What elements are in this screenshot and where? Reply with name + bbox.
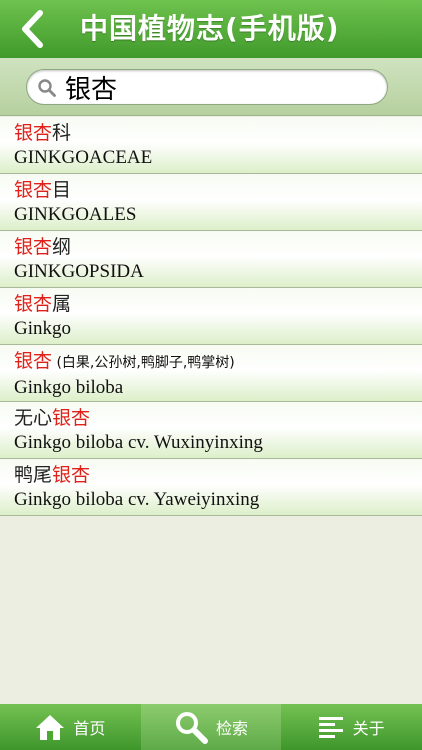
item-latin-name: Ginkgo biloba bbox=[14, 377, 124, 398]
app-header: 中国植物志(手机版) bbox=[0, 0, 422, 58]
item-latin-name: Ginkgo biloba cv. Yaweiyinxing bbox=[14, 489, 260, 510]
name-highlight: 银杏 bbox=[14, 179, 53, 201]
search-input[interactable] bbox=[65, 70, 375, 104]
name-aliases: (白果,公孙树,鸭脚子,鸭掌树) bbox=[52, 355, 235, 371]
name-rest: 科 bbox=[52, 122, 72, 144]
name-highlight: 银杏 bbox=[14, 122, 53, 144]
item-latin-name: Ginkgo bbox=[14, 318, 71, 339]
search-box[interactable] bbox=[26, 69, 388, 105]
tab-home[interactable]: 首页 bbox=[0, 704, 141, 750]
item-latin-name: GINKGOALES bbox=[14, 204, 137, 225]
name-rest: 属 bbox=[52, 293, 72, 315]
tab-about-label: 关于 bbox=[352, 719, 385, 738]
tab-search-label: 检索 bbox=[215, 719, 248, 738]
tab-search[interactable]: 检索 bbox=[140, 704, 282, 750]
list-item[interactable]: 银杏科 GINKGOACEAE bbox=[0, 117, 422, 174]
name-rest: 目 bbox=[52, 179, 72, 201]
list-item[interactable]: 银杏属 Ginkgo bbox=[0, 288, 422, 345]
item-chinese-name: 银杏目 bbox=[14, 178, 422, 203]
list-item[interactable]: 鸭尾银杏 Ginkgo biloba cv. Yaweiyinxing bbox=[0, 459, 422, 516]
item-latin-name: GINKGOPSIDA bbox=[14, 261, 144, 282]
item-chinese-name: 银杏纲 bbox=[14, 235, 422, 260]
back-button[interactable] bbox=[12, 8, 52, 50]
menu-lines-icon bbox=[318, 717, 343, 738]
item-latin-name: Ginkgo biloba cv. Wuxinyinxing bbox=[14, 432, 263, 453]
list-item[interactable]: 无心银杏 Ginkgo biloba cv. Wuxinyinxing bbox=[0, 402, 422, 459]
name-highlight: 银杏 bbox=[14, 236, 53, 258]
name-prefix: 鸭尾 bbox=[14, 464, 53, 486]
list-item[interactable]: 银杏目 GINKGOALES bbox=[0, 174, 422, 231]
tab-bar: 首页 检索 关于 bbox=[0, 704, 422, 750]
item-latin-name: GINKGOACEAE bbox=[14, 147, 153, 168]
home-icon bbox=[36, 715, 65, 740]
item-chinese-name: 鸭尾银杏 bbox=[14, 463, 422, 488]
results-list: 银杏科 GINKGOACEAE 银杏目 GINKGOALES 银杏纲 GINKG… bbox=[0, 117, 422, 516]
item-chinese-name: 无心银杏 bbox=[14, 406, 422, 431]
list-item[interactable]: 银杏纲 GINKGOPSIDA bbox=[0, 231, 422, 288]
item-chinese-name: 银杏 (白果,公孙树,鸭脚子,鸭掌树) bbox=[14, 349, 422, 376]
name-highlight: 银杏 bbox=[14, 293, 53, 315]
item-chinese-name: 银杏科 bbox=[14, 121, 422, 146]
name-rest: 纲 bbox=[52, 236, 72, 258]
name-highlight: 银杏 bbox=[14, 350, 53, 372]
name-highlight: 银杏 bbox=[52, 464, 91, 486]
search-icon bbox=[175, 712, 208, 744]
tab-home-label: 首页 bbox=[73, 719, 106, 738]
search-icon bbox=[38, 79, 56, 97]
search-bar bbox=[0, 58, 422, 116]
chevron-left-icon bbox=[22, 10, 43, 48]
item-chinese-name: 银杏属 bbox=[14, 292, 422, 317]
tab-about[interactable]: 关于 bbox=[281, 704, 422, 750]
list-item[interactable]: 银杏 (白果,公孙树,鸭脚子,鸭掌树) Ginkgo biloba bbox=[0, 345, 422, 402]
page-title: 中国植物志(手机版) bbox=[80, 12, 340, 45]
name-highlight: 银杏 bbox=[52, 407, 91, 429]
name-prefix: 无心 bbox=[14, 407, 53, 429]
